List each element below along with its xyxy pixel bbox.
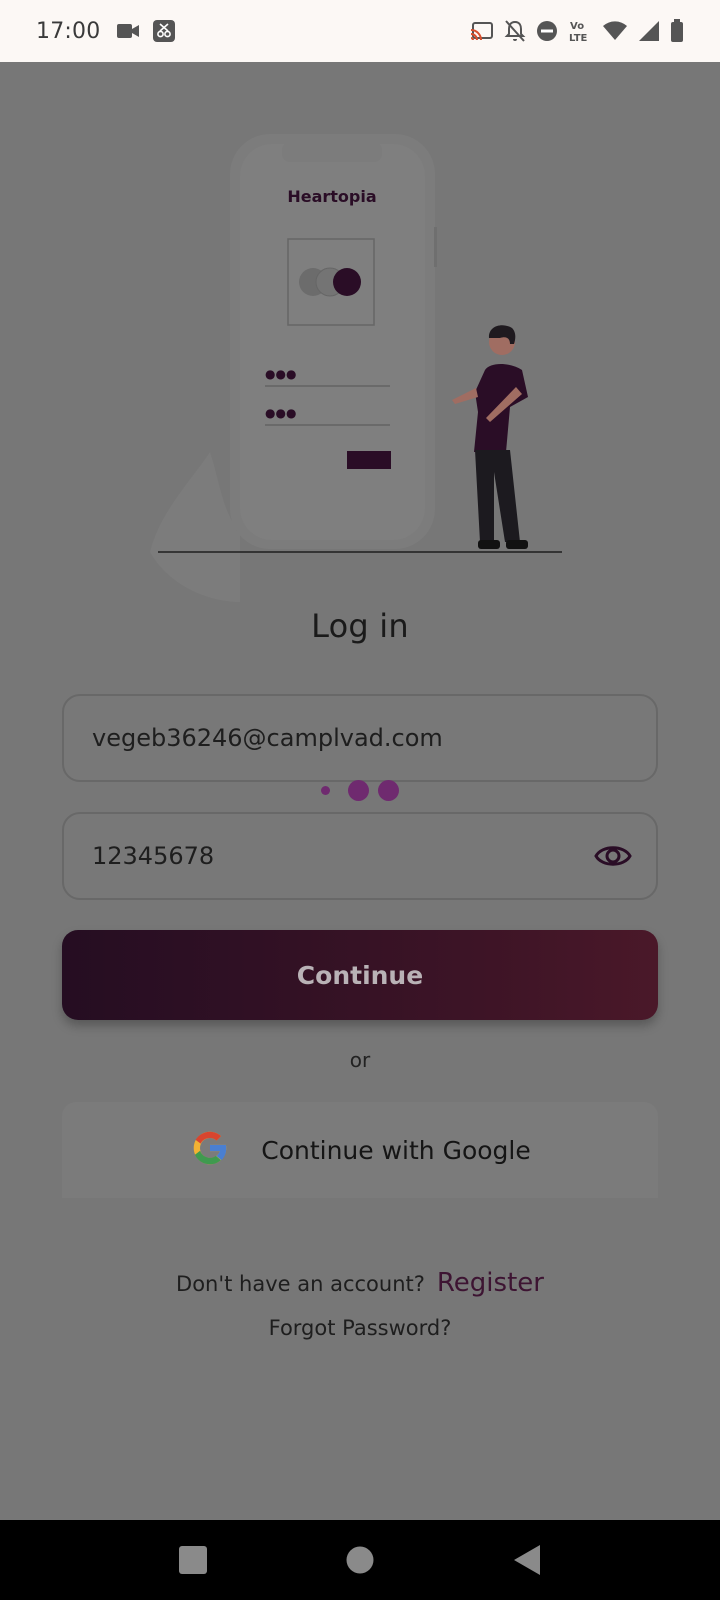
cast-icon — [470, 21, 494, 41]
home-circle-icon[interactable] — [330, 1530, 390, 1590]
password-field-container — [62, 812, 658, 900]
login-screen: 17:00 Vo LTE Heartopia ●●● ●●● Log in ve… — [0, 0, 720, 1600]
show-password-eye-icon[interactable] — [592, 835, 634, 877]
status-bar: 17:00 Vo LTE — [0, 0, 720, 62]
status-right-icons: Vo LTE — [470, 19, 684, 43]
email-input[interactable] — [92, 724, 628, 752]
battery-icon — [670, 19, 684, 43]
register-row: Don't have an account? Register — [0, 1268, 720, 1298]
loading-dot-small — [321, 786, 330, 795]
login-illustration: Heartopia ●●● ●●● — [150, 134, 562, 602]
content-area: Heartopia ●●● ●●● Log in vegeb36246@camp… — [0, 62, 720, 1520]
phone-notch — [282, 142, 382, 162]
register-prompt: Don't have an account? — [176, 1272, 425, 1296]
back-triangle-icon[interactable] — [497, 1530, 557, 1590]
video-camera-icon — [116, 21, 140, 41]
system-nav-bar — [0, 1520, 720, 1600]
svg-text:Vo: Vo — [570, 21, 584, 32]
brand-logo-text: Heartopia — [287, 187, 376, 206]
continue-with-google-button[interactable]: Continue with Google — [62, 1102, 658, 1198]
do-not-disturb-icon — [536, 20, 558, 42]
signal-icon — [638, 20, 660, 42]
continue-button[interactable]: Continue — [62, 930, 658, 1020]
loading-dot — [348, 780, 369, 801]
notifications-off-icon — [504, 19, 526, 43]
screen-recorder-icon — [152, 19, 176, 43]
page-title: Log in — [311, 607, 409, 645]
svg-text:LTE: LTE — [569, 33, 588, 43]
or-divider-text: or — [349, 1048, 371, 1072]
password-input[interactable] — [92, 842, 628, 870]
forgot-password-link[interactable]: Forgot Password? — [0, 1316, 720, 1340]
status-time: 17:00 — [36, 18, 101, 44]
pin-dots-1: ●●● — [265, 367, 296, 381]
email-field-container — [62, 694, 658, 782]
google-button-label: Continue with Google — [261, 1135, 531, 1165]
wifi-icon — [602, 20, 628, 42]
loading-indicator — [0, 780, 720, 801]
phone-submit-bar — [347, 451, 391, 469]
recents-square-icon[interactable] — [163, 1530, 223, 1590]
status-left-icons — [116, 19, 176, 43]
pin-dots-2: ●●● — [265, 406, 296, 420]
person-figure — [452, 325, 528, 549]
volte-icon: Vo LTE — [568, 19, 592, 43]
register-link[interactable]: Register — [437, 1268, 544, 1298]
google-logo-icon — [189, 1127, 231, 1174]
loading-dot — [378, 780, 399, 801]
